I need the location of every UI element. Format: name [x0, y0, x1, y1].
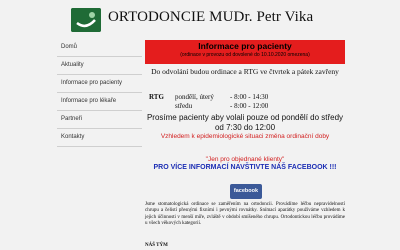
- sidebar-item-doctors[interactable]: Informace pro lékaře: [57, 93, 142, 111]
- sidebar-nav: Domů Aktuality Informace pro pacienty In…: [57, 39, 142, 147]
- tooth-smile-icon: [71, 8, 101, 32]
- closure-notice: Do odvolání budou ordinace a RTG ve čtvr…: [151, 67, 339, 76]
- team-heading: NÁŠ TÝM: [145, 243, 168, 248]
- header: ORTODONCIE MUDr. Petr Vika: [0, 0, 400, 36]
- banner-title: Informace pro pacienty: [198, 41, 292, 51]
- about-paragraph: Jsme stomatologická ordinace se zaměření…: [145, 202, 345, 226]
- main-content: Informace pro pacienty (ordinace v provo…: [145, 40, 345, 248]
- banner-subtitle: (ordinace v provozu od dovolené do 10.10…: [180, 52, 310, 58]
- site-title: ORTODONCIE MUDr. Petr Vika: [108, 9, 314, 25]
- logo[interactable]: [71, 8, 101, 32]
- hours-days: pondělí, úterý: [175, 93, 214, 101]
- hours-days: středu: [175, 102, 193, 110]
- sidebar-item-news[interactable]: Aktuality: [57, 57, 142, 75]
- call-hours-text: Prosíme pacienty aby volali pouze od pon…: [146, 113, 344, 132]
- info-banner: Informace pro pacienty (ordinace v provo…: [145, 40, 345, 64]
- sidebar-item-partners[interactable]: Partneři: [57, 111, 142, 129]
- sidebar-item-patients[interactable]: Informace pro pacienty: [57, 75, 142, 93]
- sidebar-item-home[interactable]: Domů: [57, 39, 142, 57]
- appointment-only-text: "Jen pro objednané klienty": [205, 156, 285, 163]
- facebook-icon[interactable]: facebook: [230, 184, 262, 199]
- covid-notice: Vzhledem k epidemiologické situaci změna…: [160, 133, 330, 140]
- hours-label: RTG: [149, 93, 164, 101]
- facebook-prompt[interactable]: PRO VÍCE INFORMACÍ NAVŠTIVTE NÁŠ FACEBOO…: [145, 164, 345, 173]
- hours-time: - 8:00 - 14:30: [230, 93, 269, 101]
- hours-time: - 8:00 - 12:00: [230, 102, 269, 110]
- sidebar-item-contacts[interactable]: Kontakty: [57, 129, 142, 147]
